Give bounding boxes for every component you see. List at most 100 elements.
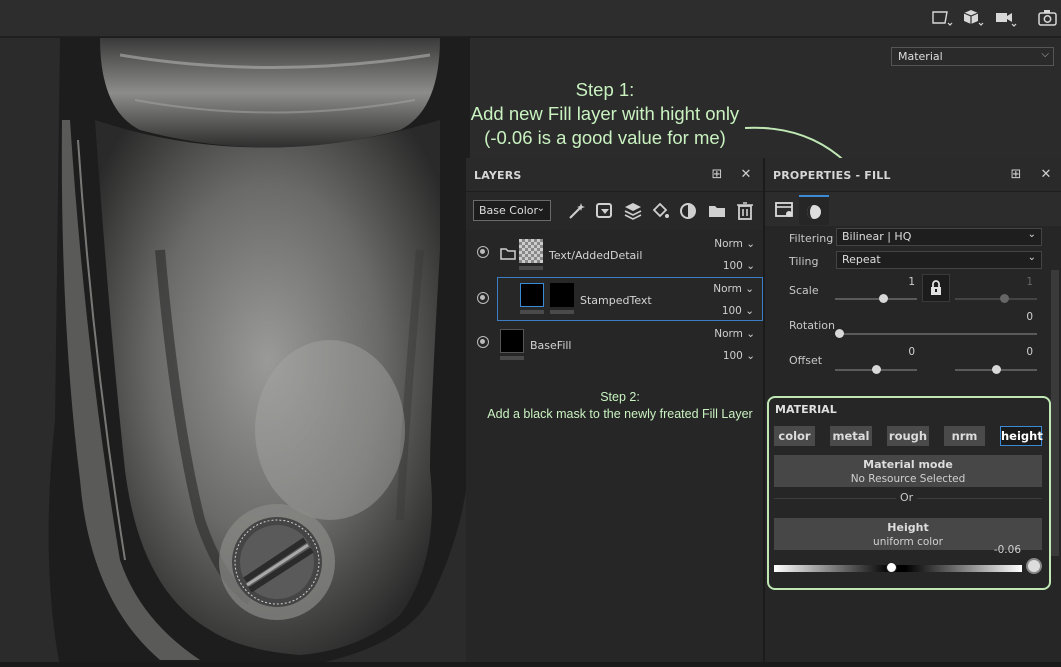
close-icon[interactable]: ✕ <box>1038 167 1054 183</box>
layer-name: Text/AddedDetail <box>549 249 643 262</box>
filtering-label: Filtering <box>789 232 834 245</box>
channel-rough-button[interactable]: rough <box>887 426 929 446</box>
layer-blend[interactable]: Norm ⌄ <box>713 283 754 295</box>
offset-v-value[interactable]: 0 <box>1003 346 1033 358</box>
visibility-eye-icon[interactable] <box>477 292 489 304</box>
material-mode-value: Material <box>898 50 943 63</box>
tiling-label: Tiling <box>789 255 819 268</box>
chevron-down-icon: ⌄ <box>536 203 545 214</box>
opacity-value: 100 <box>721 305 742 317</box>
scale-v-value[interactable]: 1 <box>1003 276 1033 288</box>
top-toolbar <box>0 0 1061 37</box>
height-title: Height <box>887 521 929 534</box>
blend-label: Norm <box>713 283 742 295</box>
or-text: Or <box>896 491 918 504</box>
material-mode-select[interactable]: Material ⌵ <box>891 47 1054 66</box>
add-fill-icon[interactable] <box>651 201 671 221</box>
scale-v-slider[interactable] <box>955 298 1037 300</box>
opacity-value: 100 <box>722 260 743 272</box>
add-effect-icon[interactable] <box>679 201 699 221</box>
rotation-knob[interactable] <box>835 329 844 338</box>
status-bar <box>0 662 1061 667</box>
scrollbar[interactable] <box>1051 270 1059 556</box>
offset-v-knob[interactable] <box>992 365 1001 374</box>
folder-icon <box>500 246 516 265</box>
chevron-down-icon: ⌄ <box>1027 252 1036 263</box>
layers-title: LAYERS <box>474 169 522 182</box>
layer-thumbnail <box>519 239 543 263</box>
blend-label: Norm <box>714 238 743 250</box>
lock-icon <box>931 280 941 295</box>
thumb-bar <box>550 310 574 314</box>
material-section: MATERIAL color metal rough nrm height Ma… <box>767 396 1051 590</box>
channel-height-button[interactable]: height <box>1000 426 1043 446</box>
height-slider[interactable] <box>774 565 1022 572</box>
scale-v-knob[interactable] <box>1000 294 1009 303</box>
undock-icon[interactable]: ⊞ <box>709 167 725 183</box>
rotation-value[interactable]: 0 <box>1003 311 1033 323</box>
tab-material[interactable] <box>799 195 829 225</box>
layers-toolbar: Base Color ⌄ <box>466 192 763 230</box>
trash-icon[interactable] <box>735 201 755 221</box>
chevron-down-icon: ⌄ <box>1027 229 1036 240</box>
scale-u-knob[interactable] <box>879 294 888 303</box>
add-folder-icon[interactable] <box>707 201 727 221</box>
tab-uv-settings[interactable] <box>769 195 799 225</box>
thumb-bar <box>520 310 544 314</box>
layer-opacity[interactable]: 100 ⌄ <box>723 350 755 362</box>
channel-color-button[interactable]: color <box>774 426 815 446</box>
material-title: MATERIAL <box>775 403 837 416</box>
height-knob[interactable] <box>886 562 897 573</box>
add-mask-icon[interactable] <box>595 201 615 221</box>
step1-line-1: Step 1: <box>575 79 635 100</box>
video-camera-icon[interactable] <box>994 6 1018 30</box>
channel-metal-button[interactable]: metal <box>830 426 872 446</box>
close-icon[interactable]: ✕ <box>738 167 754 183</box>
scale-u-slider[interactable] <box>835 298 917 300</box>
layer-opacity[interactable]: 100 ⌄ <box>722 305 754 317</box>
layer-opacity[interactable]: 100 ⌄ <box>723 260 755 272</box>
camera-path-icon[interactable] <box>930 6 954 30</box>
mask-thumbnail <box>550 283 574 307</box>
material-mode-sub: No Resource Selected <box>850 473 966 485</box>
offset-label: Offset <box>789 354 823 367</box>
material-mode-box[interactable]: Material mode No Resource Selected <box>774 455 1042 487</box>
screenshot-camera-icon[interactable] <box>1036 6 1060 30</box>
layer-blend[interactable]: Norm ⌄ <box>714 238 755 250</box>
step1-line-2: Add new Fill layer with hight only <box>470 103 740 124</box>
rotation-label: Rotation <box>789 319 836 332</box>
visibility-eye-icon[interactable] <box>477 246 489 258</box>
tiling-select[interactable]: Repeat ⌄ <box>836 251 1042 269</box>
cube-icon[interactable] <box>961 6 985 30</box>
layers-header: LAYERS ⊞ ✕ <box>466 158 763 192</box>
height-value[interactable]: -0.06 <box>994 544 1021 556</box>
scale-u-value[interactable]: 1 <box>885 276 915 288</box>
offset-u-knob[interactable] <box>872 365 881 374</box>
blend-label: Norm <box>714 328 743 340</box>
lock-ratio-button[interactable] <box>922 274 950 302</box>
rotation-slider[interactable] <box>835 333 1037 335</box>
chevron-down-icon: ⌵ <box>1041 49 1049 60</box>
color-picker-icon[interactable] <box>1026 558 1042 574</box>
undock-icon[interactable]: ⊞ <box>1008 167 1024 183</box>
properties-title: PROPERTIES - FILL <box>773 169 891 182</box>
properties-header: PROPERTIES - FILL ⊞ ✕ <box>765 158 1061 192</box>
properties-panel: PROPERTIES - FILL ⊞ ✕ Filtering Bilinear… <box>765 158 1061 667</box>
filtering-select[interactable]: Bilinear | HQ ⌄ <box>836 228 1042 246</box>
magic-wand-icon[interactable] <box>567 201 587 221</box>
properties-tabs <box>765 192 1061 226</box>
offset-u-value[interactable]: 0 <box>885 346 915 358</box>
channel-select-value: Base Color <box>479 204 539 217</box>
channel-nrm-button[interactable]: nrm <box>944 426 985 446</box>
visibility-eye-icon[interactable] <box>477 336 489 348</box>
step1-annotation: Step 1: Add new Fill layer with hight on… <box>455 78 755 150</box>
layer-row-text-addeddetail[interactable]: Text/AddedDetail Norm ⌄ 100 ⌄ <box>466 232 763 277</box>
channel-select[interactable]: Base Color ⌄ <box>473 200 551 221</box>
layer-blend[interactable]: Norm ⌄ <box>714 328 755 340</box>
add-layer-icon[interactable] <box>623 201 643 221</box>
layer-row-basefill[interactable]: BaseFill Norm ⌄ 100 ⌄ <box>466 322 763 367</box>
step2-annotation: Step 2: Add a black mask to the newly fr… <box>470 389 770 423</box>
layer-thumbnail <box>500 329 524 353</box>
material-mode-title: Material mode <box>863 458 953 471</box>
layer-row-stampedtext[interactable]: StampedText Norm ⌄ 100 ⌄ <box>497 277 763 321</box>
